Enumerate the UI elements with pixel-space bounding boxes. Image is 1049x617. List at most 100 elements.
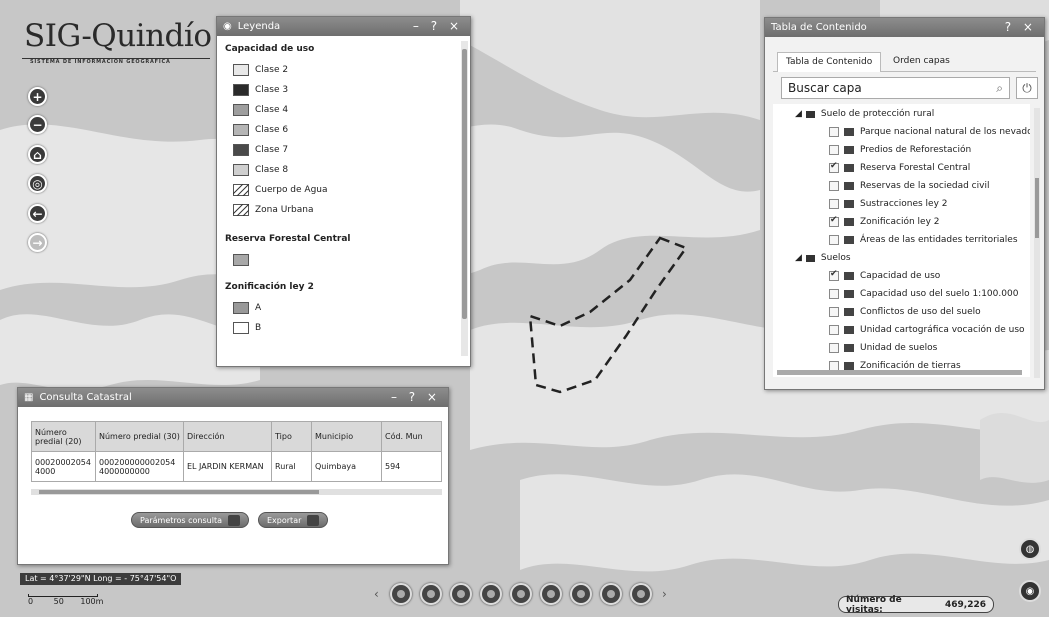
visibility-button[interactable]: ◉: [1019, 580, 1041, 602]
toc-scroll-thumb[interactable]: [1035, 178, 1039, 238]
swatch-icon: [233, 164, 249, 176]
identify-icon[interactable]: [540, 583, 562, 605]
layer-checkbox[interactable]: [829, 181, 839, 191]
group-label: Suelos: [820, 253, 851, 263]
layer-item[interactable]: Capacidad de uso: [829, 268, 940, 284]
query-params-button[interactable]: Parámetros consulta: [131, 512, 249, 528]
export-button[interactable]: Exportar: [258, 512, 329, 528]
toc-horizontal-scrollbar[interactable]: [777, 370, 1022, 375]
legend-item: Clase 8: [225, 160, 458, 180]
globe-icon[interactable]: [570, 583, 592, 605]
layer-checkbox[interactable]: [829, 325, 839, 335]
layer-search-input[interactable]: Buscar capa ⌕: [781, 77, 1010, 99]
legend-item: Clase 3: [225, 80, 458, 100]
layer-item[interactable]: Sustracciones ley 2: [829, 196, 948, 212]
column-header[interactable]: Tipo: [271, 421, 312, 452]
column-header[interactable]: Cód. Mun: [381, 421, 442, 452]
layer-checkbox[interactable]: [829, 269, 839, 281]
column-header[interactable]: Dirección: [183, 421, 272, 452]
layer-item[interactable]: Reserva Forestal Central: [829, 160, 970, 176]
share-icon[interactable]: [600, 583, 622, 605]
locate-button[interactable]: ◎: [28, 174, 47, 193]
basemap-icon[interactable]: [510, 583, 532, 605]
legend-item-label: B: [255, 323, 262, 333]
layer-checkbox[interactable]: [829, 199, 839, 209]
column-header[interactable]: Número predial (30): [95, 421, 184, 452]
column-header[interactable]: Número predial (20): [31, 421, 96, 452]
layer-item[interactable]: Unidad de suelos: [829, 340, 937, 356]
print-icon[interactable]: [420, 583, 442, 605]
export-icon: [307, 514, 320, 526]
table-scroll-thumb[interactable]: [39, 490, 319, 494]
layer-checkbox[interactable]: [829, 127, 839, 137]
layer-tree: ◢ Suelo de protección rural Parque nacion…: [773, 104, 1030, 377]
layer-checkbox[interactable]: [829, 343, 839, 353]
toc-scrollbar[interactable]: [1034, 108, 1040, 378]
toolbar-next-arrow[interactable]: ›: [662, 587, 667, 601]
tree-group-suelo-proteccion[interactable]: ◢ Suelo de protección rural: [795, 106, 934, 122]
legend-section-zonificacion: Zonificación ley 2: [225, 282, 314, 292]
table-row[interactable]: 000200020544000 000200000002054400000000…: [31, 451, 442, 482]
swatch-icon: [233, 322, 249, 334]
toc-tabs: Tabla de Contenido Orden capas: [773, 50, 1036, 72]
layer-checkbox[interactable]: [829, 161, 839, 173]
toolbar-prev-arrow[interactable]: ‹: [374, 587, 379, 601]
layer-item[interactable]: Áreas de las entidades territoriales: [829, 232, 1018, 248]
expand-icon[interactable]: ◢: [795, 253, 802, 263]
home-button[interactable]: ⌂: [28, 145, 47, 164]
toc-titlebar[interactable]: Tabla de Contenido ? ×: [765, 18, 1044, 37]
legend-titlebar[interactable]: ◉ Leyenda – ? ×: [217, 17, 470, 36]
layer-item[interactable]: Predios de Reforestación: [829, 142, 971, 158]
forward-button[interactable]: →: [28, 233, 47, 252]
search-icon[interactable]: ⌕: [996, 81, 1003, 96]
swatch-icon: [233, 64, 249, 76]
legend-item-label: Clase 3: [255, 85, 289, 95]
layer-item[interactable]: Parque nacional natural de los nevados: [829, 124, 1030, 140]
draw-icon[interactable]: [450, 583, 472, 605]
layer-item[interactable]: Zonificación ley 2: [829, 214, 939, 230]
legend-title: Leyenda: [237, 21, 281, 32]
legend-body: Capacidad de uso Clase 2 Clase 3 Clase 4…: [217, 36, 458, 366]
tab-tabla-contenido[interactable]: Tabla de Contenido: [777, 52, 882, 72]
overview-button[interactable]: ◍: [1019, 538, 1041, 560]
tree-group-suelos[interactable]: ◢ Suelos: [795, 250, 851, 266]
layer-icon: [844, 236, 854, 244]
legend-scroll-thumb[interactable]: [462, 49, 467, 319]
legend-min-help[interactable]: – ?: [413, 19, 441, 33]
scale-label-zero: 0: [28, 597, 34, 606]
layer-icon: [844, 200, 854, 208]
legend-close-button[interactable]: ×: [449, 19, 463, 33]
layer-checkbox[interactable]: [829, 215, 839, 227]
legend-scrollbar[interactable]: [461, 41, 468, 356]
layer-icon: [844, 128, 854, 136]
cadastral-window-controls[interactable]: – ? ×: [391, 390, 441, 404]
layer-item[interactable]: Capacidad uso del suelo 1:100.000: [829, 286, 1018, 302]
cadastral-titlebar[interactable]: ▦ Consulta Catastral – ? ×: [18, 388, 448, 407]
layer-label: Sustracciones ley 2: [860, 199, 948, 209]
expand-icon[interactable]: ◢: [795, 109, 802, 119]
power-button[interactable]: ⏻: [1016, 77, 1038, 99]
table-scrollbar[interactable]: [31, 489, 442, 495]
table-icon[interactable]: [630, 583, 652, 605]
back-button[interactable]: ←: [28, 204, 47, 223]
layer-item[interactable]: Unidad cartográfica vocación de uso: [829, 322, 1025, 338]
layer-checkbox[interactable]: [829, 289, 839, 299]
measure-icon[interactable]: [390, 583, 412, 605]
legend-window-controls[interactable]: – ? ×: [413, 19, 463, 33]
layer-checkbox[interactable]: [829, 235, 839, 245]
zoom-in-button[interactable]: +: [28, 87, 47, 106]
column-header[interactable]: Municipio: [311, 421, 382, 452]
layer-checkbox[interactable]: [829, 145, 839, 155]
layer-item[interactable]: Conflictos de uso del suelo: [829, 304, 981, 320]
layer-label: Parque nacional natural de los nevados: [860, 127, 1030, 137]
swatch-icon: [233, 254, 249, 266]
layer-checkbox[interactable]: [829, 307, 839, 317]
layers-icon[interactable]: [480, 583, 502, 605]
layer-item[interactable]: Reservas de la sociedad civil: [829, 178, 989, 194]
zoom-out-button[interactable]: −: [28, 115, 47, 134]
layer-label: Capacidad de uso: [860, 271, 941, 281]
swatch-icon: [233, 124, 249, 136]
tab-orden-capas[interactable]: Orden capas: [885, 52, 958, 72]
legend-item: B: [225, 318, 458, 338]
toc-window-controls[interactable]: ? ×: [1005, 20, 1037, 34]
